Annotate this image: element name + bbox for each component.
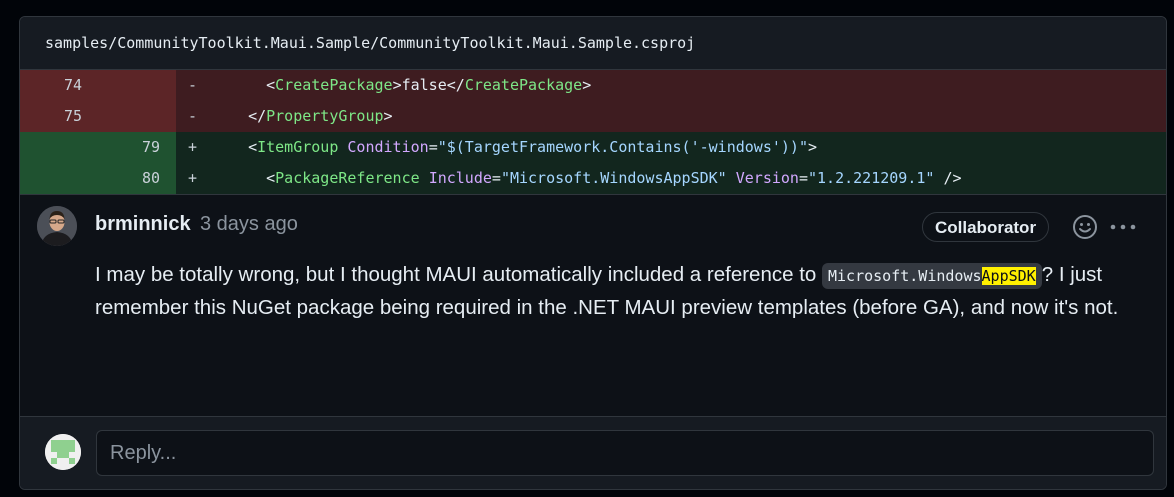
old-line-number[interactable]: 74: [20, 70, 98, 101]
reply-bar: [20, 416, 1166, 489]
new-line-number[interactable]: [98, 70, 176, 101]
old-line-number[interactable]: [20, 132, 98, 163]
diff-marker: -: [188, 76, 198, 94]
kebab-horizontal-icon[interactable]: [1108, 214, 1138, 240]
review-thread-card: samples/CommunityToolkit.Maui.Sample/Com…: [19, 16, 1167, 490]
diff-row-deleted: 74 - <CreatePackage>false</CreatePackage…: [20, 70, 1166, 101]
comment-author[interactable]: brminnick: [95, 213, 191, 236]
identicon-icon: [45, 434, 81, 470]
file-path-header[interactable]: samples/CommunityToolkit.Maui.Sample/Com…: [20, 17, 1166, 70]
review-comment: brminnick 3 days ago Collaborator I may …: [20, 194, 1166, 413]
identicon-avatar: [45, 434, 81, 470]
avatar[interactable]: [37, 206, 77, 246]
search-highlight: AppSDK: [981, 267, 1036, 285]
new-line-number[interactable]: 80: [98, 163, 176, 194]
comment-timestamp[interactable]: 3 days ago: [200, 213, 298, 236]
diff-marker: +: [188, 169, 198, 187]
comment-body: I may be totally wrong, but I thought MA…: [95, 263, 1119, 319]
old-line-number[interactable]: [20, 163, 98, 194]
collaborator-badge: Collaborator: [922, 212, 1050, 242]
diff-hunk: 74 - <CreatePackage>false</CreatePackage…: [20, 70, 1166, 194]
diff-row-added: 80 + <PackageReference Include="Microsof…: [20, 163, 1166, 194]
code-line: <ItemGroup Condition="$(TargetFramework.…: [248, 138, 818, 156]
inline-code: Microsoft.WindowsAppSDK: [822, 263, 1042, 289]
new-line-number[interactable]: 79: [98, 132, 176, 163]
smiley-icon[interactable]: [1072, 214, 1098, 240]
code-line: </PropertyGroup>: [248, 107, 393, 125]
code-line: <CreatePackage>false</CreatePackage>: [266, 76, 592, 94]
code-line: <PackageReference Include="Microsoft.Win…: [266, 169, 962, 187]
diff-row-deleted: 75 - </PropertyGroup>: [20, 101, 1166, 132]
user-photo-icon: [37, 206, 77, 246]
file-path[interactable]: samples/CommunityToolkit.Maui.Sample/Com…: [45, 34, 695, 52]
new-line-number[interactable]: [98, 101, 176, 132]
reply-input[interactable]: [96, 430, 1154, 476]
diff-marker: -: [188, 107, 198, 125]
old-line-number[interactable]: 75: [20, 101, 98, 132]
diff-row-added: 79 + <ItemGroup Condition="$(TargetFrame…: [20, 132, 1166, 163]
diff-marker: +: [188, 138, 198, 156]
